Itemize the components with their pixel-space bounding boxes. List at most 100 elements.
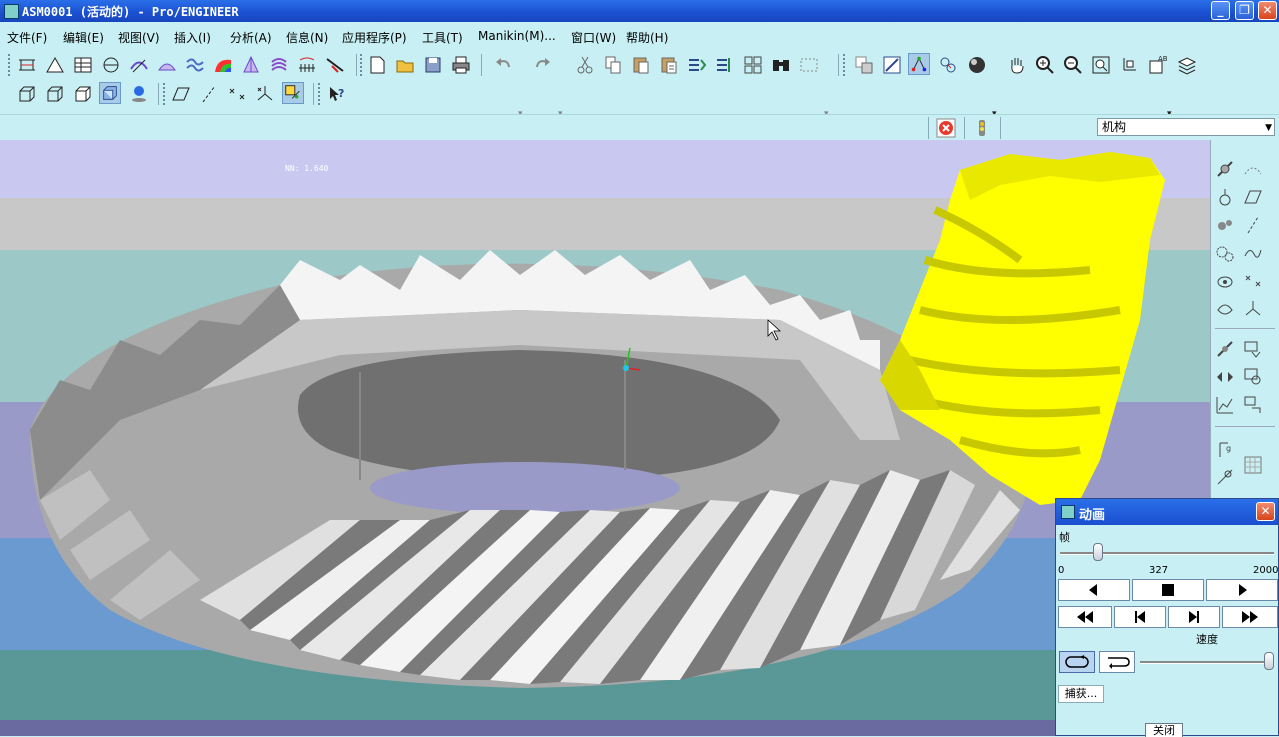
- curvature-icon[interactable]: [128, 54, 150, 76]
- plane-icon[interactable]: [1242, 186, 1264, 208]
- measures-graph-icon[interactable]: [1214, 394, 1236, 416]
- repaint-icon[interactable]: [853, 54, 875, 76]
- mode-select[interactable]: 机构 ▼: [1097, 118, 1275, 136]
- servo-motor-icon[interactable]: [1214, 158, 1236, 180]
- gear-model-canvas[interactable]: NN: 1.640: [0, 140, 1210, 736]
- rewind-button[interactable]: [1058, 606, 1112, 628]
- csys-icon[interactable]: [1242, 298, 1264, 320]
- menu-info[interactable]: 信息(N): [286, 29, 328, 46]
- menu-insert[interactable]: 插入(I): [174, 29, 211, 46]
- cut-icon[interactable]: [574, 54, 596, 76]
- slot-icon[interactable]: [1214, 298, 1236, 320]
- menu-file[interactable]: 文件(F): [7, 29, 47, 46]
- menu-manikin[interactable]: Manikin(M)...: [478, 29, 556, 43]
- spin-center-display-icon[interactable]: [282, 82, 304, 104]
- speed-slider-thumb[interactable]: [1264, 652, 1274, 670]
- repeat-mode-button[interactable]: [1059, 651, 1095, 673]
- dialog-close-icon[interactable]: ✕: [1256, 502, 1275, 521]
- context-help-icon[interactable]: ?: [326, 83, 348, 105]
- damper-icon[interactable]: [1214, 214, 1236, 236]
- menu-applications[interactable]: 应用程序(P): [342, 29, 407, 46]
- spring-icon[interactable]: [1214, 186, 1236, 208]
- frame-slider-thumb[interactable]: [1092, 543, 1103, 561]
- menu-edit[interactable]: 编辑(E): [63, 29, 104, 46]
- undo-icon[interactable]: [492, 54, 514, 76]
- points-icon[interactable]: [1242, 270, 1264, 292]
- restore-button[interactable]: ❐: [1235, 1, 1254, 20]
- curve-analysis-icon[interactable]: [324, 54, 346, 76]
- orient-icon[interactable]: [881, 54, 903, 76]
- snapshot-icon[interactable]: [1242, 366, 1264, 388]
- measure-diameter-icon[interactable]: [100, 54, 122, 76]
- menu-analysis[interactable]: 分析(A): [230, 29, 272, 46]
- connection-icon[interactable]: [1214, 466, 1236, 488]
- stop-regeneration-icon[interactable]: [935, 117, 957, 139]
- stop-button[interactable]: [1132, 579, 1204, 601]
- reverse-mode-button[interactable]: [1099, 651, 1135, 673]
- redo-icon[interactable]: [532, 54, 554, 76]
- copy-icon[interactable]: [602, 54, 624, 76]
- playback-icon[interactable]: [1242, 338, 1264, 360]
- surface-analysis-icon[interactable]: [156, 54, 178, 76]
- graphics-viewport[interactable]: NN: 1.640: [0, 140, 1210, 736]
- menu-tools[interactable]: 工具(T): [422, 29, 463, 46]
- gaussian-curvature-icon[interactable]: [212, 54, 234, 76]
- layers-icon[interactable]: [1176, 54, 1198, 76]
- minimize-button[interactable]: _: [1211, 1, 1230, 20]
- wireframe-icon[interactable]: [16, 83, 38, 105]
- play-forward-button[interactable]: [1206, 579, 1278, 601]
- trace-curve-icon[interactable]: [1242, 394, 1264, 416]
- regenerate-manager-icon[interactable]: [714, 54, 736, 76]
- refit-icon[interactable]: [1090, 54, 1112, 76]
- hidden-line-icon[interactable]: [44, 83, 66, 105]
- coordinate-system-icon[interactable]: [254, 83, 276, 105]
- section-analysis-icon[interactable]: [184, 54, 206, 76]
- dashed-curve-icon[interactable]: [1242, 158, 1264, 180]
- print-icon[interactable]: [450, 54, 472, 76]
- step-back-button[interactable]: [1114, 606, 1166, 628]
- new-file-icon[interactable]: [366, 54, 388, 76]
- annotation-display-icon[interactable]: AB: [1146, 54, 1168, 76]
- toolbar-grip[interactable]: [318, 83, 324, 105]
- cam-icon[interactable]: [1214, 270, 1236, 292]
- close-dialog-button[interactable]: 关闭: [1145, 723, 1183, 737]
- find-icon[interactable]: [742, 54, 764, 76]
- datum-display-icon[interactable]: [1118, 54, 1140, 76]
- toolbar-grip[interactable]: [8, 54, 14, 76]
- datum-planes-icon[interactable]: [170, 83, 192, 105]
- draft-analysis-icon[interactable]: [240, 54, 262, 76]
- toolbar-grip[interactable]: [843, 54, 849, 76]
- menu-help[interactable]: 帮助(H): [626, 29, 668, 46]
- no-hidden-icon[interactable]: [72, 83, 94, 105]
- paste-special-icon[interactable]: [658, 54, 680, 76]
- measure-area-icon[interactable]: [72, 54, 94, 76]
- drag-icon[interactable]: [1214, 366, 1236, 388]
- chevron-down-icon[interactable]: ▼: [1265, 120, 1272, 136]
- axis-icon[interactable]: [1242, 214, 1264, 236]
- menu-view[interactable]: 视图(V): [118, 29, 160, 46]
- toolbar-grip[interactable]: [163, 83, 169, 105]
- dihedral-icon[interactable]: [296, 54, 318, 76]
- regenerate-icon[interactable]: [686, 54, 708, 76]
- mechanism-analysis-icon[interactable]: [1214, 338, 1236, 360]
- search-binoculars-icon[interactable]: [770, 54, 792, 76]
- close-button[interactable]: ✕: [1258, 1, 1277, 20]
- gravity-icon[interactable]: g: [1214, 438, 1236, 460]
- datum-points-icon[interactable]: [226, 83, 248, 105]
- zoom-out-icon[interactable]: [1062, 54, 1084, 76]
- pan-hand-icon[interactable]: [1006, 54, 1028, 76]
- menu-window[interactable]: 窗口(W): [571, 29, 616, 46]
- spin-center-icon[interactable]: [908, 53, 930, 75]
- capture-button[interactable]: 捕获...: [1058, 685, 1104, 703]
- curve-icon[interactable]: [1242, 242, 1264, 264]
- save-icon[interactable]: [422, 54, 444, 76]
- fast-forward-button[interactable]: [1222, 606, 1278, 628]
- saved-views-icon[interactable]: [937, 54, 959, 76]
- open-folder-icon[interactable]: [394, 54, 416, 76]
- shading-icon[interactable]: [99, 82, 121, 104]
- selection-box-icon[interactable]: [798, 54, 820, 76]
- play-backward-button[interactable]: [1058, 579, 1130, 601]
- measure-angle-icon[interactable]: [44, 54, 66, 76]
- measure-distance-icon[interactable]: [16, 54, 38, 76]
- appearance-sphere-icon[interactable]: [966, 54, 988, 76]
